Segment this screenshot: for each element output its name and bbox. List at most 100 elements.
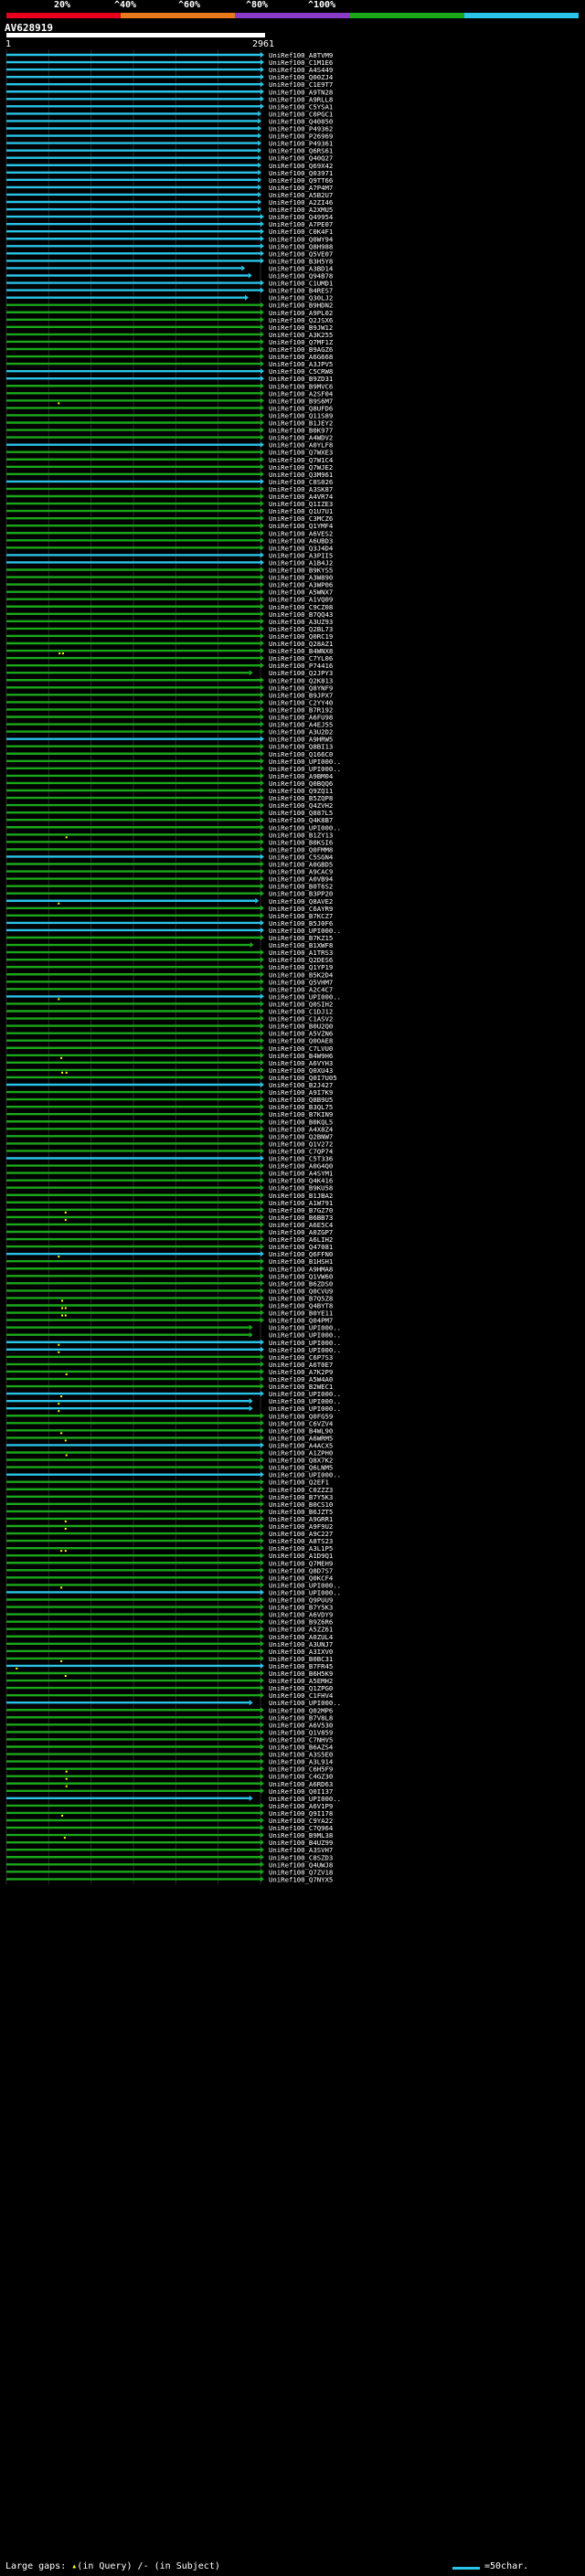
hit-arrow [261,1818,264,1823]
in-query-label: (in Query) [77,2561,133,2571]
hit-arrow [261,1435,264,1441]
gap-marker [61,1307,64,1309]
hit-arrow [261,456,264,462]
hit-arrow [261,441,264,448]
gap-marker [60,1586,63,1589]
gap-marker [58,652,61,655]
hit-arrow [261,684,264,691]
hit-arrow [261,1678,264,1684]
hit-arrow [261,471,264,477]
gap-marker [61,1314,64,1317]
hit-arrow [261,434,264,440]
hit-arrow [261,1500,264,1507]
hit-arrow [261,1376,264,1382]
hit-arrow [261,1854,264,1860]
hit-arrow [261,390,264,397]
gap-marker [64,1218,67,1221]
gap-marker [58,1351,60,1353]
hit-arrow [261,501,264,507]
hit-arrow [261,1787,264,1794]
hit-arrow [261,1802,264,1808]
gap-marker [64,1307,67,1309]
hit-arrow [261,1420,264,1426]
hit-label: UniRef100_Q7NYX5 [269,1875,333,1883]
hit-arrow [261,692,264,698]
hit-arrow [261,1618,264,1625]
scale-label-60: ^60% [178,0,201,10]
hit-arrow [261,1523,264,1529]
hit-arrow [261,846,264,853]
hit-arrow [261,765,264,771]
hit-arrow [261,1457,264,1463]
hit-arrow [261,795,264,801]
hit-arrow [261,1839,264,1846]
hit-arrow [249,1324,253,1330]
gap-marker [64,1314,67,1317]
hit-arrow [261,368,264,375]
hit-arrow [261,1714,264,1721]
hit-arrow [261,810,264,816]
gap-marker [16,1667,18,1670]
hit-arrow [261,1464,264,1470]
hit-arrow [261,1538,264,1544]
hit-arrow [261,243,264,249]
hit-arrow [261,993,264,1000]
hit-arrow [261,1317,264,1323]
gap-marker [58,1410,60,1413]
hit-arrow [261,1479,264,1485]
hit-arrow [249,1700,253,1706]
hit-arrow [261,1471,264,1478]
hit-arrow [261,559,264,566]
hit-arrow [261,1126,264,1132]
gap-marker [61,652,64,655]
hit-arrow [261,1037,264,1044]
hit-arrow [261,323,264,330]
large-gaps-label: Large gaps: [5,2561,67,2571]
hit-arrow [241,265,246,271]
hit-arrow [261,530,264,536]
hit-arrow [261,1148,264,1154]
identity-scale-bar: 20% ^40% ^60% ^80% ^100% [6,0,579,20]
hit-arrow [261,853,264,860]
hit-arrow [261,1074,264,1080]
gap-marker [64,1520,67,1522]
hit-arrow [261,758,264,764]
footer: Large gaps: ▴(in Query) /- (in Subject) [5,2561,220,2571]
hit-arrow [261,537,264,544]
hit-arrow [261,1391,264,1397]
hit-arrow [261,1729,264,1735]
scale-segment [121,13,236,18]
hit-arrow [261,515,264,522]
gap-marker [64,1528,67,1530]
hit-arrow [261,493,264,499]
scale-segment [349,13,464,18]
hit-arrow [261,817,264,823]
hit-arrow [249,1331,253,1338]
hit-arrow [261,641,264,646]
gap-marker [65,1454,68,1457]
hit-arrow [261,935,264,940]
hit-arrow [261,603,264,610]
hit-arrow [261,1097,264,1103]
hit-arrow [261,1280,264,1287]
hit-arrow [261,478,264,484]
hit-arrow [249,670,253,676]
hit-arrow [261,1861,264,1868]
hit-arrow [261,1515,264,1521]
hit-arrow [261,287,264,293]
alignment-plot: UniRef100_A8TVM9UniRef100_C1M1E6UniRef10… [5,49,341,1885]
hit-arrow [261,1052,264,1058]
hit-arrow [261,743,264,749]
hit-arrow [261,1192,264,1198]
hit-arrow [261,419,264,426]
query-bar [6,33,265,37]
hit-arrow [261,699,264,705]
hit-arrow [261,927,264,933]
hit-arrow [261,1780,264,1786]
hit-arrow [261,1273,264,1279]
hit-arrow [261,883,264,889]
scale-segment [235,13,350,18]
hit-arrow [261,1023,264,1029]
hit-arrow [261,1140,264,1147]
gap-marker [61,1071,64,1074]
